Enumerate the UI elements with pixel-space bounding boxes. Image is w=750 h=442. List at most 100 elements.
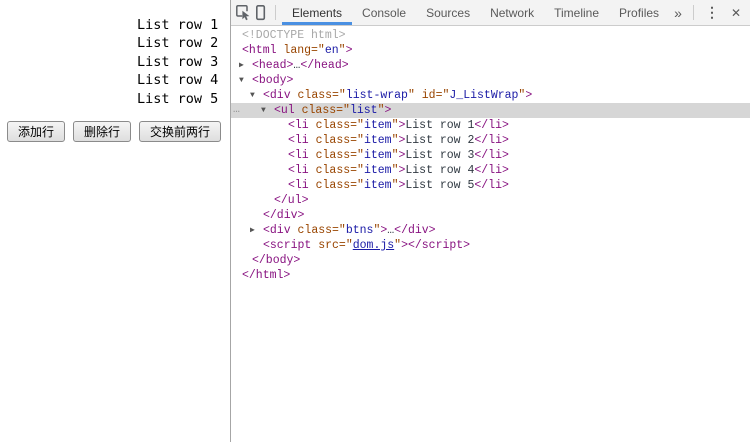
tree-node[interactable]: ▶ <div class="btns">…</div> (231, 223, 750, 238)
tab-console[interactable]: Console (352, 0, 416, 25)
code-segment-link[interactable]: dom.js (353, 239, 394, 252)
code-segment-val: en (324, 44, 339, 57)
devtools-menu-button[interactable]: ⋮ (700, 1, 724, 25)
expand-arrow-icon[interactable]: ▶ (250, 223, 255, 238)
tree-node[interactable]: ▼ <body> (231, 73, 750, 88)
code-segment-attr: lang (276, 44, 312, 57)
code-segment-punc: " (338, 44, 346, 57)
code-segment-val: list-wrap (345, 89, 408, 102)
code-segment-punc: =" (332, 89, 346, 102)
code-segment-tag: <html (242, 44, 277, 57)
code-segment-punc: =" (338, 239, 353, 252)
inspect-element-button[interactable] (235, 1, 252, 25)
devtools-close-button[interactable]: ✕ (724, 1, 748, 25)
code-segment-attr: class (290, 224, 333, 237)
code-segment-text: List row 2 (405, 134, 475, 147)
inspect-cursor-icon (236, 5, 250, 21)
tab-profiles[interactable]: Profiles (609, 0, 669, 25)
tree-node[interactable]: <li class="item">List row 5</li> (231, 178, 750, 193)
rendered-list: List row 1 List row 2 List row 3 List row 4… (137, 16, 218, 108)
swap-first-two-rows-button[interactable]: 交换前两行 (139, 121, 222, 142)
code-segment-punc: =" (336, 104, 350, 117)
more-tabs-button[interactable]: » (669, 1, 687, 25)
tree-node[interactable]: <li class="item">List row 4</li> (231, 163, 750, 178)
code-segment-attr: class (308, 164, 351, 177)
code-segment-tag: </body> (252, 254, 301, 267)
devtools-toolbar: Elements Console Sources Network Timeline Pro… (231, 0, 750, 26)
toolbar-separator (693, 5, 694, 20)
code-segment-tag: </li> (474, 179, 509, 192)
toolbar-separator (275, 5, 276, 20)
code-segment-punc: =" (350, 179, 364, 192)
code-segment-tag: > (384, 104, 392, 117)
code-segment-attr: class (290, 89, 333, 102)
code-segment-text: List row 3 (405, 149, 475, 162)
tree-node[interactable]: <li class="item">List row 2</li> (231, 133, 750, 148)
code-segment-tag: <li (288, 119, 309, 132)
device-toolbar-button[interactable] (252, 1, 269, 25)
code-segment-attr: id (414, 89, 436, 102)
code-segment-tag: </li> (474, 119, 509, 132)
tree-node[interactable]: </html> (231, 268, 750, 283)
code-segment-val: item (363, 164, 392, 177)
code-segment-tag: <head> (252, 59, 294, 72)
code-segment-tag: </div> (394, 224, 436, 237)
code-segment-tag: </ul> (274, 194, 309, 207)
tree-node[interactable]: <!DOCTYPE html> (231, 28, 750, 43)
code-segment-val: item (363, 149, 392, 162)
code-segment-tag: </li> (474, 149, 509, 162)
code-segment-val: item (363, 179, 392, 192)
list-row: List row 5 (137, 90, 219, 107)
tab-timeline[interactable]: Timeline (544, 0, 609, 25)
expand-arrow-icon[interactable]: ▼ (250, 88, 255, 103)
device-phone-icon (256, 4, 266, 21)
tree-node[interactable]: … ▼ <ul class="list"> (231, 103, 750, 118)
delete-row-button[interactable]: 删除行 (73, 121, 132, 142)
code-segment-tag: <li (288, 179, 309, 192)
code-segment-tag: </head> (300, 59, 349, 72)
add-row-button[interactable]: 添加行 (7, 121, 66, 142)
devtools-panel: Elements Console Sources Network Timeline Pro… (231, 0, 750, 442)
tab-elements[interactable]: Elements (282, 0, 353, 25)
elements-tree: <!DOCTYPE html> <html lang="en"> ▶ <head>…<… (231, 26, 750, 442)
toolbar-right-controls: ⋮ ✕ (687, 0, 750, 25)
tree-node[interactable]: </ul> (231, 193, 750, 208)
code-segment-tag: > (525, 89, 533, 102)
code-segment-tag: <li (288, 164, 309, 177)
code-segment-val: item (363, 134, 392, 147)
list-row: List row 2 (137, 35, 219, 52)
code-segment-tag: </li> (474, 164, 509, 177)
tree-node[interactable]: ▶ <head>…</head> (231, 58, 750, 73)
tree-node[interactable]: <li class="item">List row 1</li> (231, 118, 750, 133)
kebab-menu-icon: ⋮ (705, 4, 719, 20)
code-segment-tag: <script (263, 239, 312, 252)
expand-arrow-icon[interactable]: ▶ (239, 58, 244, 73)
tree-node[interactable]: ▼ <div class="list-wrap" id="J_ListWrap"> (231, 88, 750, 103)
tab-sources[interactable]: Sources (416, 0, 480, 25)
code-segment-punc: =" (350, 164, 364, 177)
code-segment-attr: class (294, 104, 337, 117)
code-segment-punc: " (407, 89, 415, 102)
code-segment-punc: =" (332, 224, 346, 237)
code-segment-punc: =" (350, 134, 364, 147)
code-segment-attr: class (308, 134, 351, 147)
code-segment-attr: class (308, 149, 351, 162)
tree-node[interactable]: <script src="dom.js"></script> (231, 238, 750, 253)
rendered-page: List row 1 List row 2 List row 3 List row 4… (0, 0, 230, 442)
tree-node[interactable]: <html lang="en"> (231, 43, 750, 58)
tree-node[interactable]: </body> (231, 253, 750, 268)
expand-arrow-icon[interactable]: ▼ (239, 73, 244, 88)
toolbar-tabs: Elements Console Sources Network Timeline Pro… (282, 0, 669, 25)
code-segment-tag: <li (288, 134, 309, 147)
code-segment-val: btns (345, 224, 374, 237)
tree-node[interactable]: </div> (231, 208, 750, 223)
chevron-double-right-icon: » (674, 4, 682, 21)
tab-network[interactable]: Network (480, 0, 544, 25)
list-row: List row 3 (137, 53, 219, 70)
tree-node[interactable]: <li class="item">List row 3</li> (231, 148, 750, 163)
list-row: List row 1 (137, 17, 219, 33)
code-segment-tag: <body> (252, 74, 294, 87)
expand-arrow-icon[interactable]: ▼ (261, 103, 266, 118)
code-segment-val: J_ListWrap (449, 89, 519, 102)
code-segment-tag: </div> (263, 209, 305, 222)
